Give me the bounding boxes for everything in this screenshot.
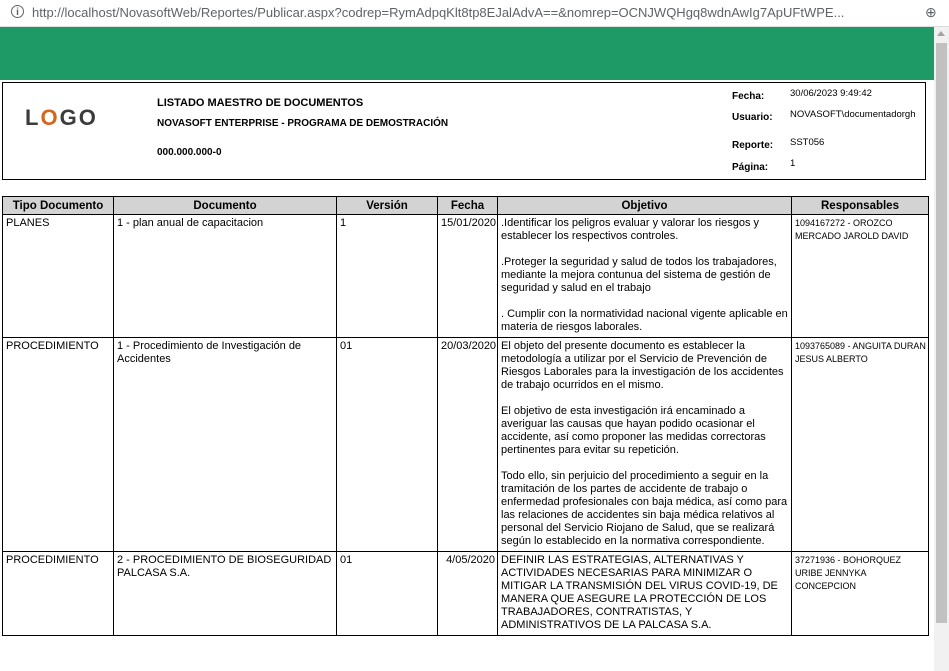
company-logo: LOGO (25, 105, 98, 130)
report-toolbar-band (0, 27, 934, 80)
objetivo-paragraph: El objetivo de esta investigación irá en… (501, 405, 766, 456)
objetivo-paragraph: .Proteger la seguridad y salud de todos … (501, 256, 777, 294)
cell-objetivo: .Identificar los peligros evaluar y valo… (497, 214, 792, 338)
col-header-documento: Documento (113, 196, 337, 215)
cell-version: 01 (336, 337, 438, 552)
objetivo-paragraph: DEFINIR LAS ESTRATEGIAS, ALTERNATIVAS Y … (501, 554, 778, 631)
cell-documento: 1 - Procedimiento de Investigación de Ac… (113, 337, 337, 552)
info-icon[interactable]: i (11, 5, 24, 18)
cell-version: 01 (336, 551, 438, 636)
usuario-label: Usuario: (732, 112, 773, 123)
table-header-row: Tipo Documento Documento Versión Fecha O… (2, 196, 929, 215)
table-row: PROCEDIMIENTO 2 - PROCEDIMIENTO DE BIOSE… (2, 551, 929, 636)
report-title: LISTADO MAESTRO DE DOCUMENTOS (157, 97, 364, 109)
objetivo-paragraph: .Identificar los peligros evaluar y valo… (501, 217, 760, 242)
col-header-fecha: Fecha (437, 196, 498, 215)
cell-documento: 2 - PROCEDIMIENTO DE BIOSEGURIDAD PALCAS… (113, 551, 337, 636)
fecha-label: Fecha: (732, 91, 765, 102)
cell-responsables: 1093765089 - ANGUITA DURAN JESUS ALBERTO (791, 337, 929, 552)
fecha-value: 30/06/2023 9:49:42 (790, 88, 872, 99)
zoom-icon[interactable]: ⊕ (925, 4, 937, 21)
cell-fecha: 20/03/2020 (437, 337, 498, 552)
cell-tipo: PROCEDIMIENTO (2, 551, 114, 636)
usuario-value: NOVASOFT\documentadorgh (790, 109, 916, 120)
pagina-label: Página: (732, 162, 769, 173)
cell-fecha: 15/01/2020 (437, 214, 498, 338)
cell-objetivo: DEFINIR LAS ESTRATEGIAS, ALTERNATIVAS Y … (497, 551, 792, 636)
cell-tipo: PLANES (2, 214, 114, 338)
col-header-responsables: Responsables (791, 196, 929, 215)
reporte-value: SST056 (790, 137, 825, 148)
objetivo-paragraph: Todo ello, sin perjuicio del procedimien… (501, 470, 788, 547)
reporte-label: Reporte: (732, 140, 774, 151)
cell-fecha: 4/05/2020 (437, 551, 498, 636)
pagina-value: 1 (790, 158, 796, 169)
col-header-version: Versión (336, 196, 438, 215)
documents-table: Tipo Documento Documento Versión Fecha O… (2, 196, 929, 636)
vertical-scrollbar[interactable] (934, 27, 949, 671)
report-header: LOGO LISTADO MAESTRO DE DOCUMENTOS NOVAS… (2, 82, 926, 180)
cell-responsables: 1094167272 - OROZCO MERCADO JAROLD DAVID (791, 214, 929, 338)
company-nit: 000.000.000-0 (157, 147, 222, 158)
cell-version: 1 (336, 214, 438, 338)
address-bar[interactable]: i http://localhost/NovasoftWeb/Reportes/… (0, 0, 949, 27)
objetivo-paragraph: . Cumplir con la normatividad nacional v… (501, 308, 788, 333)
url-text[interactable]: http://localhost/NovasoftWeb/Reportes/Pu… (32, 5, 907, 20)
table-row: PROCEDIMIENTO 1 - Procedimiento de Inves… (2, 337, 929, 552)
table-row: PLANES 1 - plan anual de capacitacion 1 … (2, 214, 929, 338)
cell-objetivo: El objeto del presente documento es esta… (497, 337, 792, 552)
objetivo-paragraph: El objeto del presente documento es esta… (501, 340, 784, 391)
company-name: NOVASOFT ENTERPRISE - PROGRAMA DE DEMOST… (157, 118, 449, 129)
col-header-objetivo: Objetivo (497, 196, 792, 215)
cell-documento: 1 - plan anual de capacitacion (113, 214, 337, 338)
scroll-up-arrow-icon[interactable] (937, 31, 945, 36)
col-header-tipo: Tipo Documento (2, 196, 114, 215)
cell-tipo: PROCEDIMIENTO (2, 337, 114, 552)
scrollbar-thumb[interactable] (936, 43, 947, 623)
cell-responsables: 37271936 - BOHORQUEZ URIBE JENNYKA CONCE… (791, 551, 929, 636)
